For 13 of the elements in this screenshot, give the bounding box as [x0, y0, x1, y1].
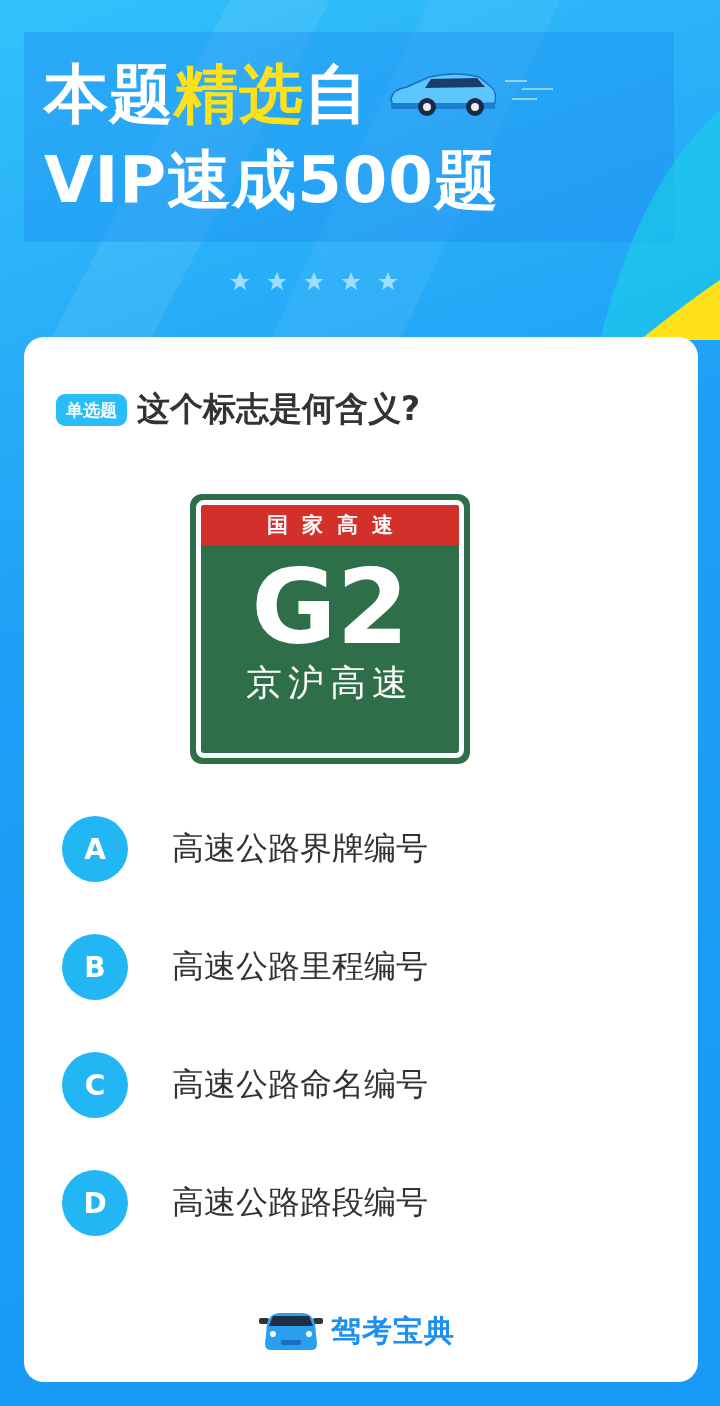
car-icon: [259, 1310, 323, 1352]
question-type-badge: 单选题: [56, 393, 127, 426]
headline: 本题精选自: [44, 56, 369, 133]
question-text: 这个标志是何含义?: [137, 388, 421, 430]
sign-code: G2: [251, 553, 410, 661]
option-text[interactable]: 高速公路里程编号: [172, 945, 428, 989]
brand-name: 驾考宝典: [331, 1311, 455, 1350]
sign-header: 国家高速: [201, 505, 459, 545]
sign-name: 京沪高速: [245, 661, 415, 705]
option-text[interactable]: 高速公路命名编号: [172, 1063, 428, 1107]
option-text[interactable]: 高速公路界牌编号: [172, 827, 428, 871]
headline-second-line: VIP速成500题: [44, 142, 500, 219]
option-text[interactable]: 高速公路路段编号: [172, 1181, 428, 1225]
